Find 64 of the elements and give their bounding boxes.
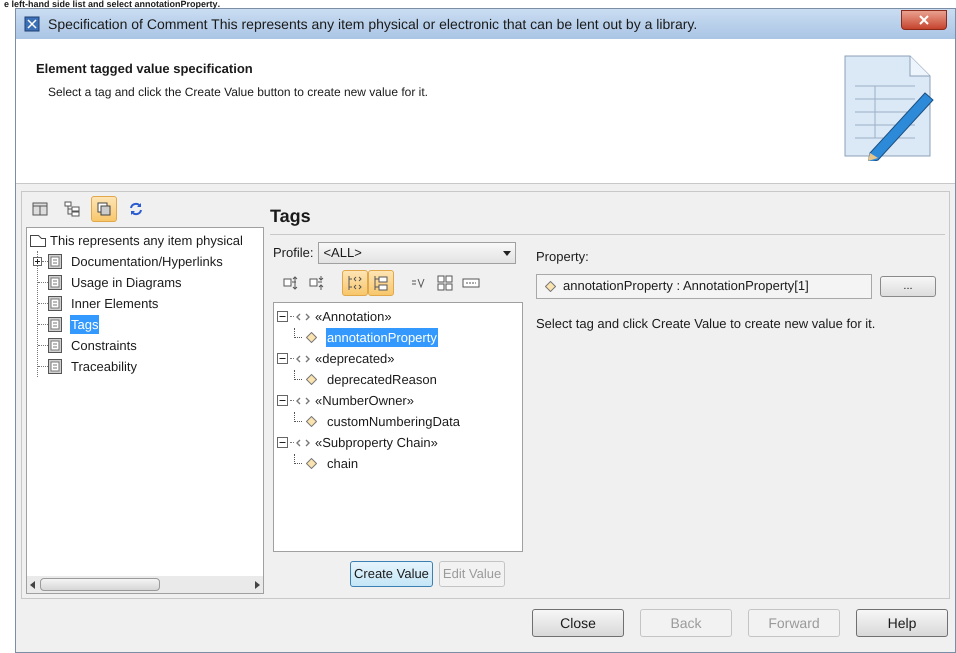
diamond-icon (306, 374, 317, 385)
stereotype-label: «Annotation» (315, 308, 392, 326)
tree-item[interactable]: Traceability (70, 356, 138, 376)
tree-view-icon (63, 200, 81, 218)
scrollbar-thumb[interactable] (40, 578, 160, 591)
tree-item[interactable]: This represents any item physical (50, 231, 243, 251)
window-title: Specification of Comment This represents any item physical or electronic that can be lent out by a library. (48, 14, 698, 34)
angle-brackets-icon (296, 354, 310, 362)
grouped-folders-toggle[interactable] (368, 270, 394, 296)
table-icon (31, 200, 49, 218)
folder-icon (30, 235, 46, 247)
tag-item[interactable]: customNumberingData (326, 412, 461, 432)
scroll-right-icon[interactable] (254, 580, 260, 588)
property-field[interactable]: annotationProperty : AnnotationProperty[1] (536, 274, 872, 298)
dropdown-caret-icon (503, 250, 512, 256)
diamond-icon (545, 280, 556, 292)
angle-brackets-icon (296, 396, 310, 404)
tag-item[interactable]: chain (326, 454, 360, 474)
dialog-button[interactable]: Close (532, 609, 624, 637)
grid-icon (436, 274, 454, 292)
profile-label: Profile: (273, 244, 314, 262)
overlapping-squares-toggle[interactable] (91, 196, 117, 222)
stereotype-label: «deprecated» (315, 350, 395, 368)
profile-value: <ALL> (323, 244, 363, 262)
stereotype-tree-toggle[interactable] (342, 270, 368, 296)
stereotype-label: «NumberOwner» (315, 392, 414, 410)
tree-item[interactable]: Documentation/Hyperlinks (70, 252, 224, 272)
overlapping-squares-icon (95, 200, 113, 218)
caption-text: e left-hand side list and select annotationProperty. (3, 0, 222, 8)
header-subtitle: Select a tag and click the Create Value button to create new value for it. (47, 84, 429, 100)
browse-button[interactable]: ... (880, 276, 936, 296)
dialog-button[interactable]: Help (856, 609, 948, 637)
expand-icon[interactable] (33, 257, 42, 266)
close-icon (919, 15, 929, 25)
expand-all-icon (282, 274, 300, 292)
refresh-icon (127, 200, 145, 218)
angle-brackets-icon (296, 312, 310, 320)
window-icon (24, 16, 40, 32)
collapse-icon[interactable] (277, 437, 288, 448)
profile-dropdown[interactable]: <ALL> (318, 242, 516, 264)
horizontal-scrollbar[interactable] (27, 576, 263, 593)
tag-item[interactable]: deprecatedReason (326, 370, 438, 390)
header-title: Element tagged value specification (36, 60, 254, 78)
scroll-left-icon[interactable] (30, 580, 36, 588)
property-hint: Select tag and click Create Value to create new value for it. (536, 314, 876, 333)
close-button[interactable] (901, 10, 947, 30)
stereotype-label: «Subproperty Chain» (315, 434, 438, 452)
panel-title: Tags (270, 196, 945, 235)
diamond-icon (306, 458, 317, 469)
angle-brackets-icon (296, 438, 310, 446)
property-value: annotationProperty : AnnotationProperty[1] (563, 277, 809, 296)
stereotype-tree-icon (346, 274, 364, 292)
collapse-all-icon (308, 274, 326, 292)
tree-item[interactable]: Constraints (70, 336, 138, 356)
tree-item[interactable]: Inner Elements (70, 294, 160, 314)
collapse-icon[interactable] (277, 311, 288, 322)
action-button[interactable]: Create Value (350, 561, 433, 587)
collapse-icon[interactable] (277, 395, 288, 406)
tree-item[interactable]: Usage in Diagrams (70, 272, 183, 292)
collapse-icon[interactable] (277, 353, 288, 364)
diamond-icon (306, 416, 317, 427)
grouped-folders-icon (372, 274, 390, 292)
property-label: Property: (536, 248, 590, 266)
diamond-icon (306, 332, 317, 343)
